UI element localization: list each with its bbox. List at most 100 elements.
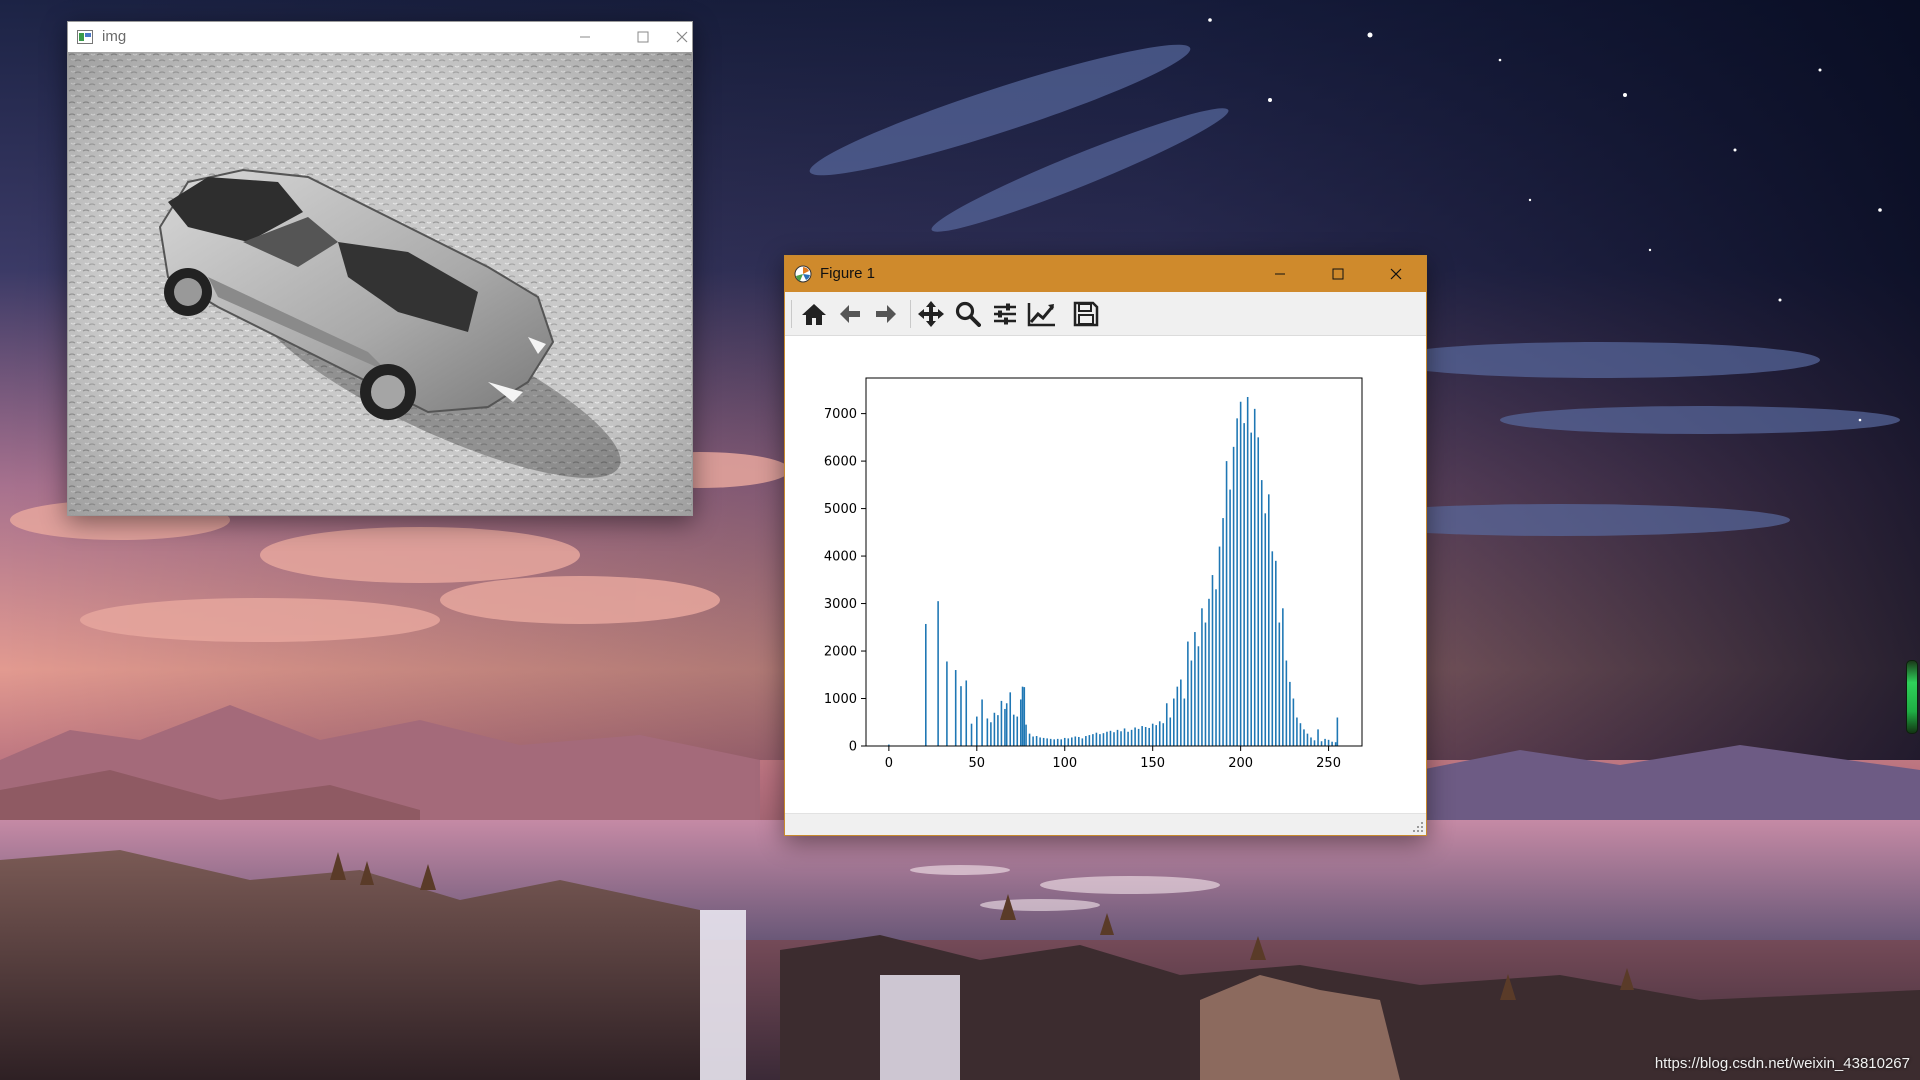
histogram-bar bbox=[1243, 423, 1245, 746]
y-tick-label: 7000 bbox=[824, 407, 857, 422]
resize-grip-icon[interactable] bbox=[1412, 821, 1424, 833]
histogram-bar bbox=[1336, 717, 1339, 746]
histogram-bar bbox=[1071, 737, 1073, 746]
histogram-chart[interactable]: 0 1000 2000 3000 4000 5000 6000 7000 0 50 100 150 2… bbox=[785, 336, 1426, 814]
histogram-bar bbox=[1208, 598, 1210, 746]
x-tick-label: 250 bbox=[1316, 756, 1341, 771]
histogram-bar bbox=[1225, 461, 1228, 746]
histogram-bar bbox=[1099, 734, 1101, 746]
pan-button[interactable] bbox=[916, 299, 946, 329]
histogram-bar bbox=[1016, 716, 1019, 746]
histogram-bar bbox=[1151, 723, 1154, 746]
histogram-bar bbox=[1173, 698, 1175, 746]
histogram-bar bbox=[1303, 729, 1305, 746]
histogram-bar bbox=[1250, 432, 1252, 746]
figure-window-titlebar[interactable]: Figure 1 bbox=[785, 256, 1426, 292]
histogram-bar bbox=[1292, 698, 1295, 746]
y-tick-label: 0 bbox=[849, 740, 857, 755]
histogram-bar bbox=[1137, 728, 1140, 746]
x-tick-label: 0 bbox=[885, 756, 893, 771]
histogram-bar bbox=[1120, 731, 1122, 746]
home-button[interactable] bbox=[799, 299, 829, 329]
histogram-bar bbox=[1201, 608, 1203, 746]
close-icon bbox=[676, 31, 688, 43]
minimize-button[interactable] bbox=[556, 22, 614, 52]
histogram-bars bbox=[888, 396, 1339, 746]
histogram-bar bbox=[1232, 446, 1235, 746]
histogram-bar bbox=[1334, 742, 1337, 746]
histogram-bar bbox=[1162, 723, 1165, 746]
plot-canvas[interactable]: 0 1000 2000 3000 4000 5000 6000 7000 0 50 100 150 2… bbox=[785, 336, 1426, 814]
maximize-button[interactable] bbox=[614, 22, 672, 52]
histogram-bar bbox=[1095, 732, 1098, 746]
histogram-bar bbox=[1260, 480, 1263, 746]
home-icon bbox=[802, 304, 826, 325]
figure-minimize-button[interactable] bbox=[1251, 256, 1309, 292]
zoom-button[interactable] bbox=[953, 299, 983, 329]
pan-move-icon bbox=[918, 301, 944, 327]
histogram-bar bbox=[1028, 733, 1031, 746]
histogram-bar bbox=[1176, 686, 1179, 746]
configure-subplots-button[interactable] bbox=[990, 299, 1020, 329]
histogram-bar bbox=[1063, 737, 1066, 746]
histogram-bar bbox=[1282, 608, 1284, 746]
close-icon bbox=[1390, 268, 1402, 280]
histogram-bar bbox=[1285, 660, 1288, 746]
histogram-bar bbox=[946, 661, 948, 746]
histogram-bar bbox=[1155, 725, 1157, 746]
histogram-bar bbox=[1046, 738, 1048, 746]
histogram-bar bbox=[1278, 622, 1281, 746]
histogram-bar bbox=[965, 680, 968, 746]
img-window-titlebar[interactable]: img bbox=[68, 22, 692, 52]
histogram-bar bbox=[1169, 717, 1172, 746]
figure-close-button[interactable] bbox=[1367, 256, 1425, 292]
histogram-bar bbox=[1253, 408, 1256, 746]
histogram-bar bbox=[1271, 551, 1274, 746]
figure-window[interactable]: Figure 1 0 1000 2000 3000 4000 5000 6000… bbox=[784, 255, 1427, 836]
histogram-bar bbox=[1296, 717, 1298, 746]
histogram-bar bbox=[1158, 721, 1161, 746]
y-tick-label: 2000 bbox=[824, 645, 857, 660]
desktop-side-gadget[interactable] bbox=[1906, 660, 1918, 734]
histogram-bar bbox=[1239, 401, 1242, 746]
histogram-bar bbox=[1012, 714, 1015, 746]
histogram-bar bbox=[1306, 733, 1309, 746]
histogram-bar bbox=[1324, 738, 1326, 746]
grayscale-car-image[interactable] bbox=[68, 52, 692, 515]
figure-maximize-button[interactable] bbox=[1309, 256, 1367, 292]
histogram-bar bbox=[1222, 518, 1224, 746]
histogram-bar bbox=[1123, 728, 1126, 746]
img-window[interactable]: img bbox=[67, 21, 693, 516]
histogram-bar bbox=[1313, 740, 1316, 746]
histogram-bar bbox=[954, 670, 957, 746]
histogram-bar bbox=[1056, 738, 1059, 746]
back-button[interactable] bbox=[835, 299, 865, 329]
axes-frame bbox=[865, 377, 1363, 747]
histogram-bar bbox=[1060, 739, 1063, 746]
close-button[interactable] bbox=[672, 22, 692, 52]
forward-button[interactable] bbox=[871, 299, 901, 329]
histogram-bar bbox=[960, 686, 962, 746]
matplotlib-icon bbox=[794, 265, 812, 283]
save-button[interactable] bbox=[1071, 299, 1101, 329]
histogram-bar bbox=[1106, 731, 1108, 746]
status-bar bbox=[785, 813, 1426, 835]
x-axis-ticks: 0 50 100 150 200 250 bbox=[885, 746, 1341, 771]
histogram-bar bbox=[1310, 737, 1312, 746]
car-photo-icon bbox=[68, 52, 692, 515]
histogram-bar bbox=[1023, 687, 1026, 746]
histogram-bar bbox=[1317, 729, 1319, 746]
histogram-bar bbox=[1102, 733, 1105, 746]
edit-axis-button[interactable] bbox=[1027, 299, 1057, 329]
histogram-bar bbox=[1130, 729, 1133, 746]
histogram-bar bbox=[1299, 723, 1302, 746]
y-tick-label: 4000 bbox=[824, 550, 857, 565]
histogram-bar bbox=[1267, 494, 1270, 746]
histogram-bar bbox=[970, 723, 973, 746]
histogram-bar bbox=[1289, 681, 1291, 746]
histogram-bar bbox=[1331, 741, 1333, 746]
histogram-bar bbox=[1025, 724, 1027, 746]
watermark-text: https://blog.csdn.net/weixin_43810267 bbox=[1654, 1055, 1910, 1072]
histogram-bar bbox=[1127, 731, 1129, 746]
histogram-bar bbox=[1204, 622, 1207, 746]
